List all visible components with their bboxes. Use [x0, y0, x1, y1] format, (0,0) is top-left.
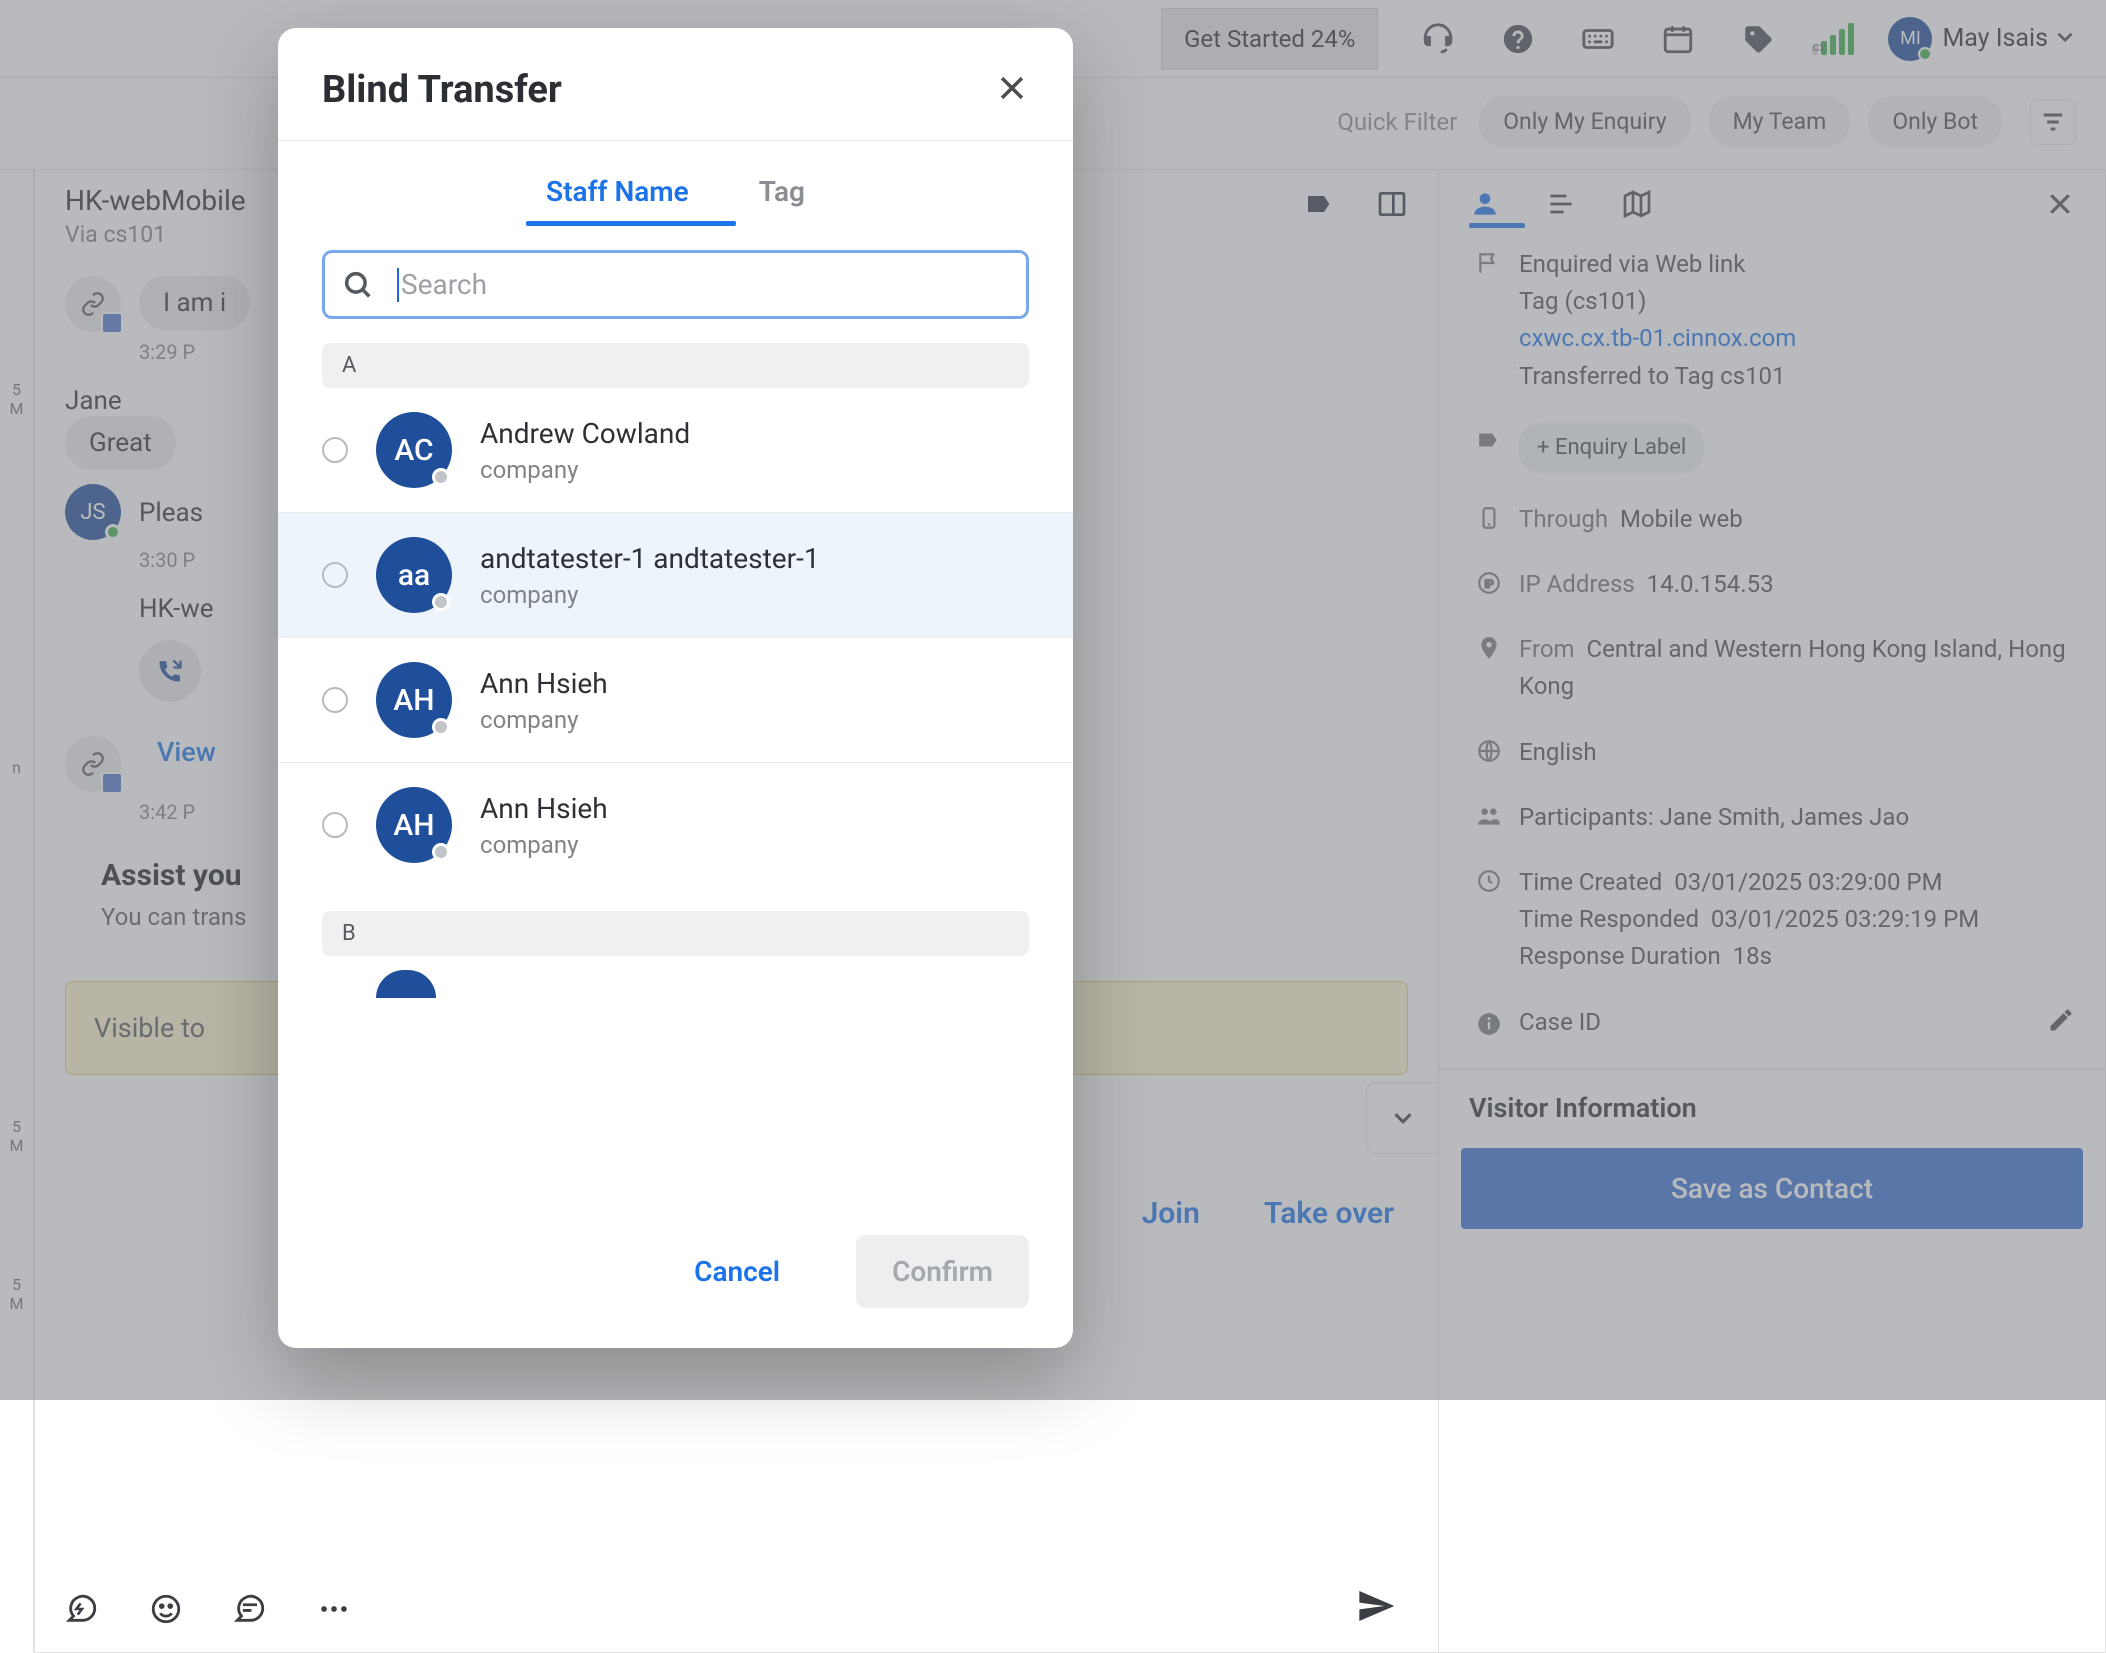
staff-row[interactable]: aa andtatester-1 andtatester-1company	[278, 513, 1073, 638]
search-input[interactable]	[399, 267, 1010, 302]
thread-icon[interactable]	[233, 1592, 267, 1630]
section-letter: A	[322, 343, 1029, 388]
emoji-icon[interactable]	[149, 1592, 183, 1630]
radio[interactable]	[322, 687, 348, 713]
tab-staff-name[interactable]: Staff Name	[546, 175, 689, 226]
confirm-button[interactable]: Confirm	[856, 1235, 1029, 1308]
staff-row[interactable]: AH Ann Hsiehcompany	[278, 763, 1073, 887]
staff-name: andtatester-1 andtatester-1	[480, 542, 820, 575]
close-icon[interactable]	[995, 71, 1029, 109]
radio[interactable]	[322, 562, 348, 588]
tab-tag[interactable]: Tag	[759, 175, 805, 226]
staff-name: Ann Hsieh	[480, 667, 608, 700]
staff-company: company	[480, 456, 690, 484]
staff-name: Andrew Cowland	[480, 417, 690, 450]
more-icon[interactable]	[317, 1592, 351, 1630]
staff-name: Ann Hsieh	[480, 792, 608, 825]
cancel-button[interactable]: Cancel	[658, 1235, 816, 1308]
radio[interactable]	[322, 812, 348, 838]
send-icon[interactable]	[1356, 1586, 1396, 1630]
blind-transfer-modal: Blind Transfer Staff Name Tag A AC Andre…	[278, 28, 1073, 1348]
staff-row[interactable]: AC Andrew Cowlandcompany	[278, 388, 1073, 513]
staff-row[interactable]: AH Ann Hsiehcompany	[278, 638, 1073, 763]
search-icon	[341, 268, 375, 302]
radio[interactable]	[322, 437, 348, 463]
section-letter: B	[322, 911, 1029, 956]
quick-reply-icon[interactable]	[65, 1592, 99, 1630]
search-input-wrapper[interactable]	[322, 250, 1029, 319]
staff-company: company	[480, 581, 820, 609]
staff-company: company	[480, 706, 608, 734]
modal-title: Blind Transfer	[322, 68, 562, 112]
staff-company: company	[480, 831, 608, 859]
